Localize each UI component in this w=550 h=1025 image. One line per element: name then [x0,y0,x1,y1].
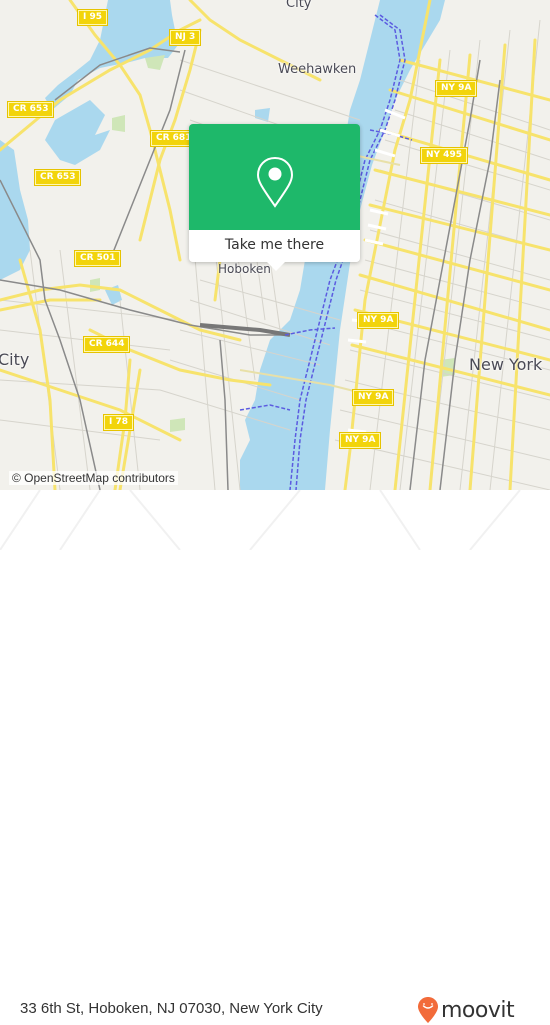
moovit-wordmark: moovit [441,997,515,1023]
map-view[interactable]: City Weehawken Hoboken New York City I 9… [0,0,550,490]
address-text: 33 6th St, Hoboken, NJ 07030, New York C… [20,1000,323,1017]
route-shield-cr653-south: CR 653 [35,170,81,185]
route-shield-ny495: NY 495 [421,148,467,163]
route-shield-ny9a-4: NY 9A [340,433,381,448]
map-pin-icon [256,156,294,208]
route-shield-cr644: CR 644 [84,337,130,352]
place-label-weehawken: Weehawken [278,62,357,77]
route-shield-cr501: CR 501 [75,251,121,266]
place-label-new-york: New York [469,355,543,374]
footer-background-pattern [0,490,521,550]
moovit-brand[interactable]: moovit [417,995,515,1025]
location-popup: Take me there [189,124,360,271]
footer: 33 6th St, Hoboken, NJ 07030, New York C… [0,490,550,1023]
route-shield-i95: I 95 [78,10,108,25]
take-me-there-button[interactable]: Take me there [189,230,360,262]
pond-east [255,108,270,122]
popup-pointer [267,262,285,271]
marsh-water-mid [45,100,110,165]
place-label-city-top: City [286,0,312,11]
map-attribution[interactable]: © OpenStreetMap contributors [9,471,178,485]
moovit-pin-logo-icon [418,997,438,1023]
place-label-city-left: City [0,350,30,369]
route-shield-cr653-north: CR 653 [8,102,54,117]
route-shield-nj3: NJ 3 [170,30,201,45]
route-shield-ny9a-3: NY 9A [353,390,394,405]
popup-header [189,124,360,230]
place-label-hoboken: Hoboken [218,262,271,276]
route-shield-ny9a-1: NY 9A [436,81,477,96]
route-shield-i78: I 78 [104,415,134,430]
route-shield-ny9a-2: NY 9A [358,313,399,328]
